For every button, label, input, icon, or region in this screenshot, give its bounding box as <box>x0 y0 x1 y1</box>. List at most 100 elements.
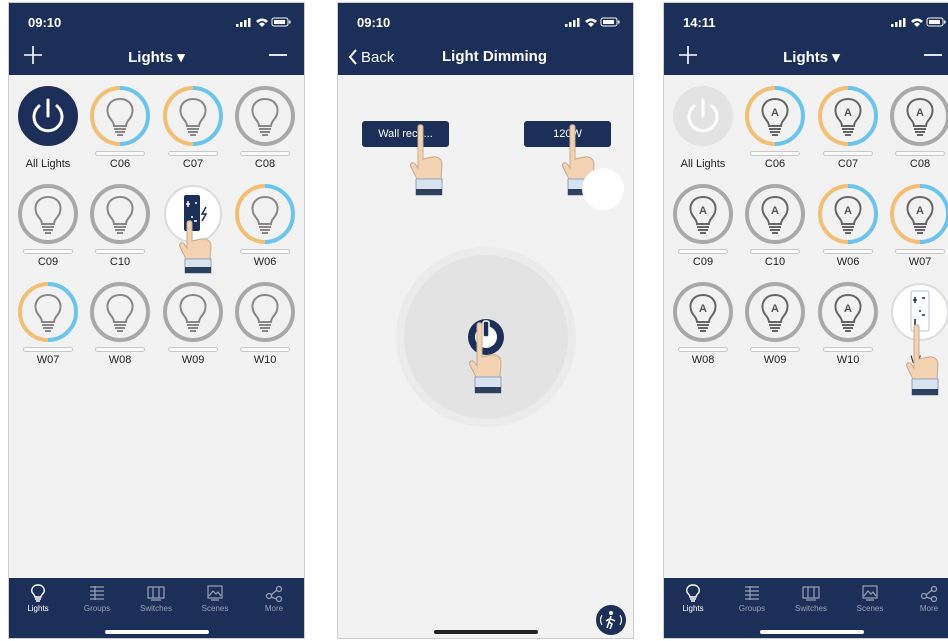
brightness-bar[interactable] <box>678 347 728 352</box>
lightbulb-icon[interactable] <box>89 85 151 147</box>
tab-scenes[interactable]: Scenes <box>186 584 244 618</box>
lightbulb-icon[interactable] <box>234 85 296 147</box>
light-tile[interactable]: C06 <box>85 85 155 181</box>
brightness-bar[interactable] <box>895 249 945 254</box>
tab-more[interactable]: More <box>900 584 948 618</box>
brightness-bar[interactable] <box>750 249 800 254</box>
lightbulb-a-icon[interactable]: A <box>817 85 879 147</box>
lightbulb-icon[interactable] <box>234 281 296 343</box>
lightbulb-a-icon[interactable]: A <box>672 183 734 245</box>
tab-label[interactable]: Switches <box>127 604 185 613</box>
tab-switches[interactable]: Switches <box>782 584 840 618</box>
tab-label[interactable]: Groups <box>68 604 126 613</box>
light-tile[interactable]: C09 <box>13 183 83 279</box>
power-icon[interactable] <box>17 85 79 147</box>
page-title[interactable]: Lights ▾ <box>9 48 304 66</box>
brightness-bar[interactable] <box>95 249 145 254</box>
lightbulb-icon[interactable] <box>89 183 151 245</box>
lightbulb-icon[interactable] <box>162 85 224 147</box>
dropdown-caret-icon[interactable]: ▾ <box>173 49 185 66</box>
light-tile[interactable]: A C08 <box>885 85 948 181</box>
brightness-bar[interactable] <box>23 249 73 254</box>
lightbulb-a-icon[interactable]: A <box>744 85 806 147</box>
brightness-bar[interactable] <box>750 347 800 352</box>
scenes-icon[interactable] <box>860 584 880 602</box>
groups-icon[interactable] <box>742 584 762 602</box>
light-tile[interactable]: A C09 <box>668 183 738 279</box>
light-tile[interactable]: A W06 <box>813 183 883 279</box>
scenes-icon[interactable] <box>205 584 225 602</box>
brightness-bar[interactable] <box>240 249 290 254</box>
light-tile[interactable]: A W07 <box>885 183 948 279</box>
light-tile[interactable]: A C07 <box>813 85 883 181</box>
tab-scenes[interactable]: Scenes <box>841 584 899 618</box>
light-tile[interactable]: A C10 <box>740 183 810 279</box>
lightbulb-a-icon[interactable]: A <box>744 281 806 343</box>
light-tile[interactable]: W06 <box>230 183 300 279</box>
lightbulb-icon[interactable] <box>683 584 703 602</box>
tab-label[interactable]: Lights <box>664 604 722 613</box>
lightbulb-a-icon[interactable]: A <box>817 281 879 343</box>
lightbulb-icon[interactable] <box>234 183 296 245</box>
brightness-bar[interactable] <box>823 151 873 156</box>
tab-more[interactable]: More <box>245 584 303 618</box>
brightness-bar[interactable] <box>168 151 218 156</box>
light-tile[interactable]: C10 <box>85 183 155 279</box>
light-tile[interactable]: W07 <box>13 281 83 377</box>
tab-label[interactable]: More <box>245 604 303 613</box>
share-icon[interactable] <box>919 584 939 602</box>
switches-icon[interactable] <box>801 584 821 602</box>
all-lights-toggle[interactable]: All Lights <box>668 85 738 181</box>
lightbulb-icon[interactable] <box>162 281 224 343</box>
brightness-bar[interactable] <box>895 151 945 156</box>
light-tile[interactable]: W10 <box>230 281 300 377</box>
brightness-bar[interactable] <box>23 347 73 352</box>
lightbulb-icon[interactable] <box>17 183 79 245</box>
lightbulb-a-icon[interactable]: A <box>889 85 948 147</box>
tab-switches[interactable]: Switches <box>127 584 185 618</box>
tab-groups[interactable]: Groups <box>723 584 781 618</box>
power-icon[interactable] <box>672 85 734 147</box>
light-tile[interactable]: C08 <box>230 85 300 181</box>
all-lights-toggle[interactable]: All Lights <box>13 85 83 181</box>
brightness-bar[interactable] <box>240 347 290 352</box>
light-tile[interactable]: A C06 <box>740 85 810 181</box>
brightness-bar[interactable] <box>95 151 145 156</box>
share-icon[interactable] <box>264 584 284 602</box>
switches-icon[interactable] <box>146 584 166 602</box>
remove-button[interactable] <box>921 43 945 67</box>
lightbulb-icon[interactable] <box>17 281 79 343</box>
light-tile[interactable]: A W10 <box>813 281 883 377</box>
tab-lights[interactable]: Lights <box>664 584 722 618</box>
page-title[interactable]: Lights ▾ <box>664 48 948 66</box>
lightbulb-a-icon[interactable]: A <box>889 183 948 245</box>
lightbulb-icon[interactable] <box>89 281 151 343</box>
tab-label[interactable]: Lights <box>9 604 67 613</box>
tab-label[interactable]: More <box>900 604 948 613</box>
groups-icon[interactable] <box>87 584 107 602</box>
tab-label[interactable]: Groups <box>723 604 781 613</box>
lightbulb-a-icon[interactable]: A <box>672 281 734 343</box>
title-label[interactable]: Lights <box>128 49 173 66</box>
title-label[interactable]: Lights <box>783 49 828 66</box>
remove-button[interactable] <box>266 43 290 67</box>
brightness-bar[interactable] <box>95 347 145 352</box>
light-tile[interactable]: A W09 <box>740 281 810 377</box>
brightness-bar[interactable] <box>240 151 290 156</box>
tab-label[interactable]: Scenes <box>186 604 244 613</box>
brightness-bar[interactable] <box>823 347 873 352</box>
lightbulb-icon[interactable] <box>28 584 48 602</box>
light-tile[interactable]: C07 <box>158 85 228 181</box>
lightbulb-a-icon[interactable]: A <box>817 183 879 245</box>
tab-label[interactable]: Switches <box>782 604 840 613</box>
tab-lights[interactable]: Lights <box>9 584 67 618</box>
brightness-bar[interactable] <box>678 249 728 254</box>
brightness-bar[interactable] <box>750 151 800 156</box>
motion-sensor-icon[interactable] <box>596 605 626 635</box>
light-tile[interactable]: W09 <box>158 281 228 377</box>
light-tile[interactable]: A W08 <box>668 281 738 377</box>
tab-label[interactable]: Scenes <box>841 604 899 613</box>
dropdown-caret-icon[interactable]: ▾ <box>828 49 840 66</box>
lightbulb-a-icon[interactable]: A <box>744 183 806 245</box>
brightness-bar[interactable] <box>823 249 873 254</box>
